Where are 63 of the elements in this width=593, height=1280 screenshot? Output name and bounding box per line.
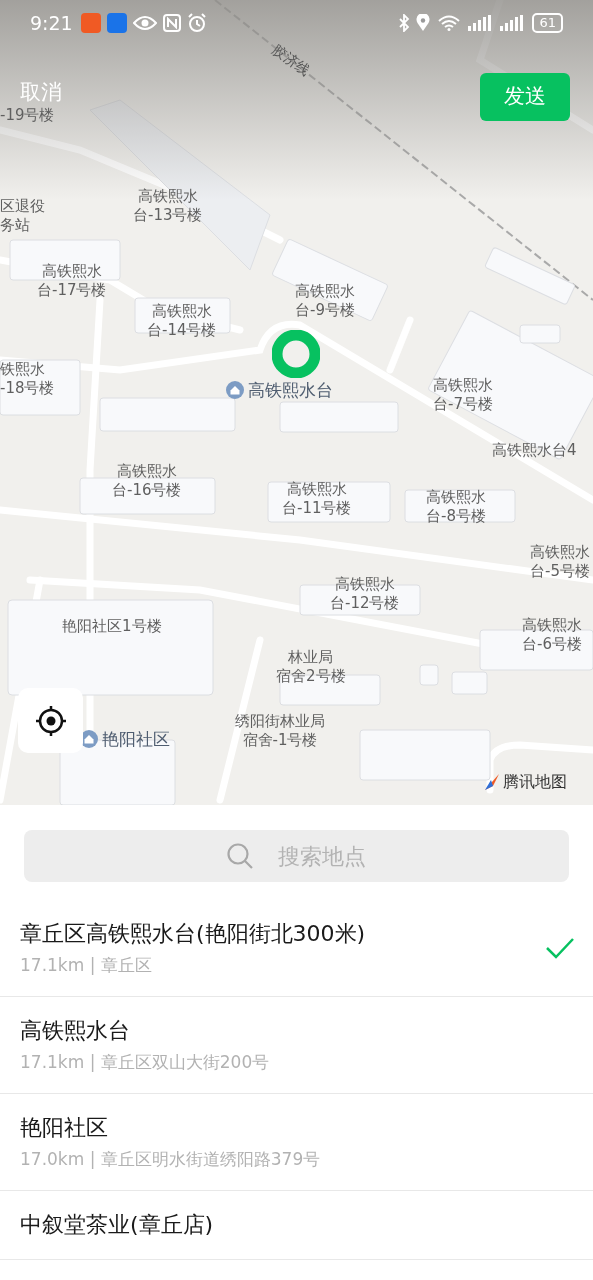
building-label: 高铁熙水 <box>116 462 177 481</box>
result-title: 艳阳社区 <box>20 1114 109 1142</box>
eye-icon <box>132 15 157 31</box>
building-label: -18号楼 <box>0 379 55 398</box>
house-icon <box>226 381 244 399</box>
building-label: 台-8号楼 <box>426 507 486 526</box>
building <box>419 664 439 686</box>
building-label: 艳阳社区1号楼 <box>62 617 162 636</box>
building-label: 高铁熙水 <box>151 302 212 321</box>
status-time: 9:21 <box>30 10 73 36</box>
building-label: 台-12号楼 <box>330 594 400 613</box>
building-label: 台-16号楼 <box>112 481 182 500</box>
building-label: 绣阳街林业局 <box>235 712 325 731</box>
building-label: 高铁熙水 <box>522 616 582 635</box>
result-address: 17.1km | 章丘区双山大街200号 <box>20 1051 271 1073</box>
place-label: 艳阳社区 <box>102 729 170 749</box>
railway-label: 胶济线 <box>268 40 315 81</box>
building-label: 台-9号楼 <box>295 301 355 320</box>
building-label: 务站 <box>0 216 30 235</box>
battery-indicator: 61 <box>532 13 563 33</box>
my-location-button[interactable] <box>18 688 83 753</box>
building-label: -19号楼 <box>0 106 55 125</box>
building-label: 高铁熙水 <box>137 187 198 206</box>
building-label: 高铁熙水 <box>426 488 486 507</box>
building-label: 高铁熙水 <box>530 543 590 562</box>
bluetooth-icon <box>398 14 411 32</box>
building-label: 台-7号楼 <box>433 395 493 414</box>
wifi-icon <box>438 15 461 31</box>
alarm-icon <box>186 13 207 33</box>
building-label: 台-14号楼 <box>147 321 217 340</box>
location-pin-icon <box>272 330 320 378</box>
search-field[interactable]: 搜索地点 <box>24 830 569 882</box>
result-title: 章丘区高铁熙水台(艳阳街北300米) <box>20 920 367 948</box>
signal-icon <box>468 15 493 31</box>
search-icon <box>226 842 254 870</box>
map-attribution: 腾讯地图 <box>503 771 567 793</box>
app-notification-icon <box>80 13 101 33</box>
building-label: 台-13号楼 <box>133 206 203 225</box>
building-label: 高铁熙水 <box>295 282 355 301</box>
nfc-icon <box>162 14 181 32</box>
signal-icon <box>500 15 525 31</box>
building-label: 台-11号楼 <box>282 499 352 518</box>
target-icon <box>33 703 68 738</box>
building-label: 高铁熙水台4 <box>492 441 577 460</box>
result-title: 高铁熙水台 <box>20 1017 131 1045</box>
building-label: 林业局 <box>288 648 334 667</box>
building-label: 宿舍2号楼 <box>276 667 346 686</box>
building-label: 台-5号楼 <box>530 562 590 581</box>
place-label: 高铁熙水台 <box>248 380 333 400</box>
building-label: 台-6号楼 <box>522 635 582 654</box>
building-label: 高铁熙水 <box>433 376 493 395</box>
building-label: 高铁熙水 <box>286 480 347 499</box>
building-label: 高铁熙水 <box>41 262 102 281</box>
building-label: 台-17号楼 <box>37 281 107 300</box>
location-icon <box>416 14 431 32</box>
building-label: 区退役 <box>0 197 45 216</box>
building-label: 铁熙水 <box>0 360 45 379</box>
result-address: 17.0km | 章丘区明水街道绣阳路379号 <box>20 1148 322 1170</box>
building-label: 高铁熙水 <box>334 575 395 594</box>
app-notification-icon <box>106 13 127 33</box>
result-title: 中叙堂茶业(章丘店) <box>20 1211 215 1239</box>
result-address: 17.1km | 章丘区 <box>20 954 153 976</box>
building-label: 宿舍-1号楼 <box>242 731 318 750</box>
